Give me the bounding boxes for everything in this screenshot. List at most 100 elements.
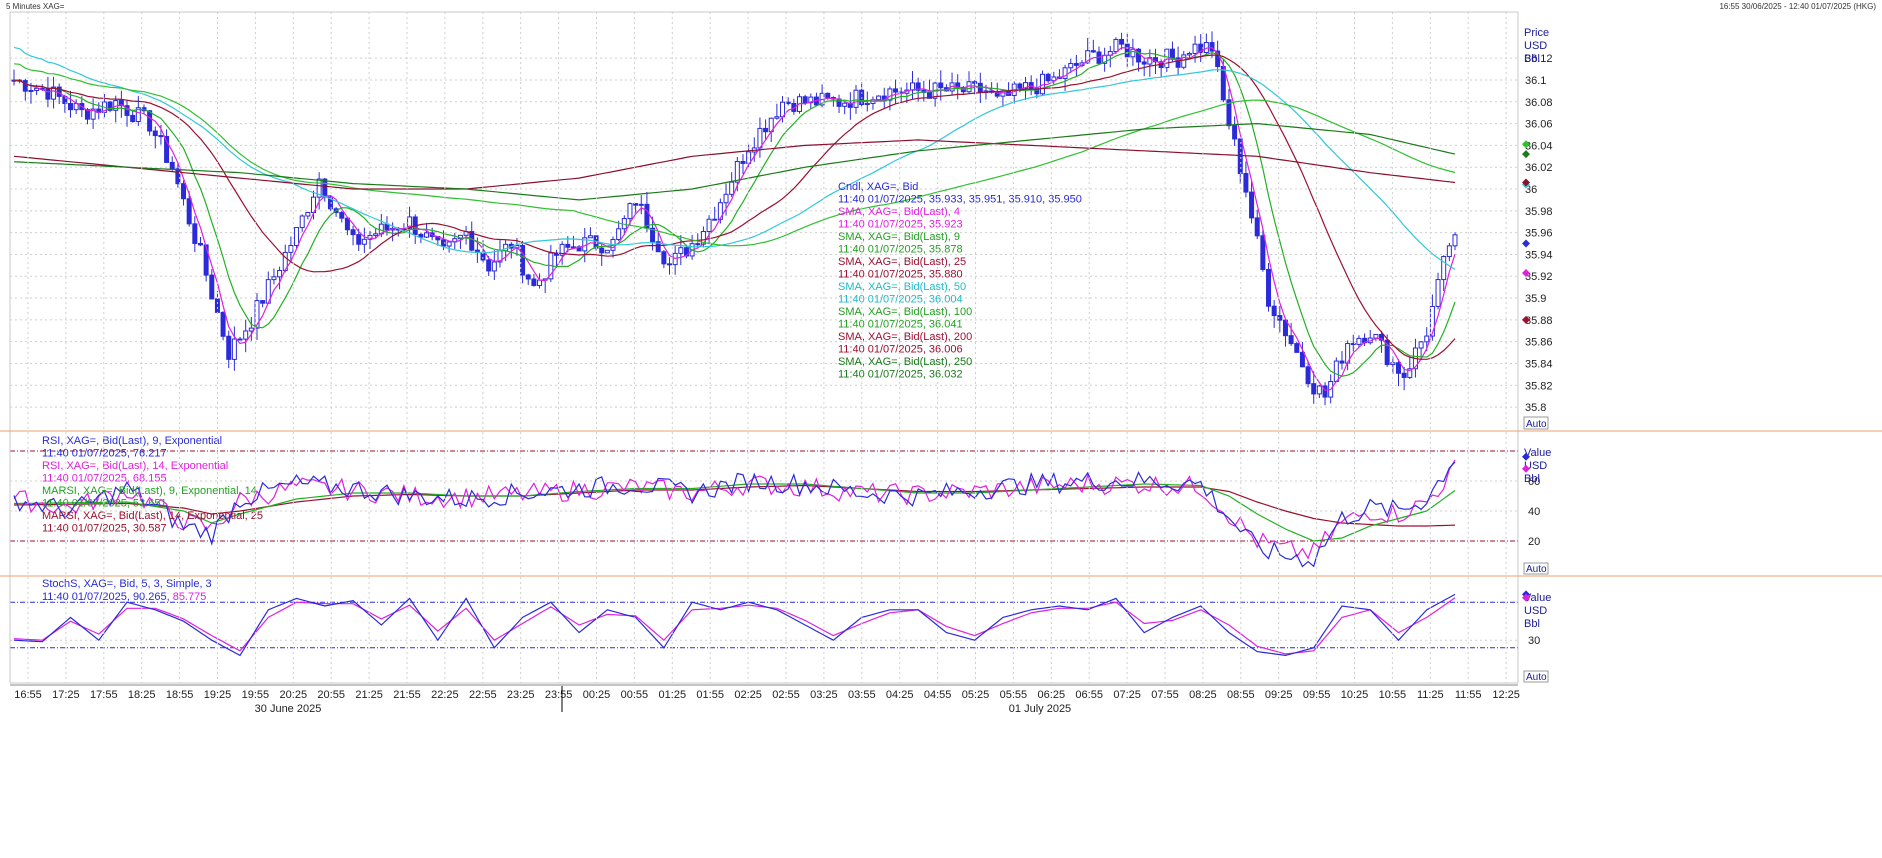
candle-body: [1299, 351, 1305, 368]
candle-body: [785, 101, 791, 104]
candle-body: [486, 259, 492, 272]
candle-body: [192, 223, 198, 244]
price-legend-value: 11:40 01/07/2025, 36.041: [838, 319, 963, 331]
price-legend-value: 11:40 01/07/2025, 35.878: [838, 244, 963, 256]
price-legend-value: 11:40 01/07/2025, 36.032: [838, 369, 963, 381]
candle-body: [1124, 43, 1130, 58]
price-legend-value: 11:40 01/07/2025, 36.006: [838, 344, 963, 356]
rsi-tick-label: 20: [1528, 536, 1540, 548]
candle-body: [1316, 385, 1322, 395]
candle-body: [1169, 48, 1175, 59]
candle-body: [1266, 268, 1272, 307]
date-label: 01 July 2025: [1009, 703, 1071, 715]
x-tick-label: 20:25: [280, 689, 308, 701]
x-tick-label: 03:55: [848, 689, 876, 701]
candle-body: [22, 80, 28, 92]
candle-body: [729, 181, 735, 195]
candle-body: [520, 244, 526, 276]
candle-body: [28, 89, 34, 92]
price-tick-label: 35.96: [1525, 228, 1553, 240]
x-tick-label: 02:55: [772, 689, 800, 701]
auto-scale-label: Auto: [1526, 672, 1547, 683]
rsi-legend-label: MARSI, XAG=, Bid(Last), 9, Exponential, …: [42, 485, 257, 497]
price-legend-label: SMA, XAG=, Bid(Last), 100: [838, 306, 972, 318]
candle-body: [491, 261, 497, 272]
candle-body: [220, 311, 226, 337]
candle-body: [1435, 279, 1441, 307]
candle-body: [695, 243, 701, 246]
candle-body: [802, 96, 808, 104]
candle-body: [299, 215, 305, 229]
candle-body: [1039, 73, 1045, 95]
candle-body: [1418, 341, 1424, 349]
date-label: 30 June 2025: [255, 703, 322, 715]
candle-body: [175, 168, 181, 185]
x-tick-label: 10:55: [1379, 689, 1407, 701]
candle-body: [209, 274, 215, 300]
candle-body: [288, 244, 294, 253]
x-tick-label: 10:25: [1341, 689, 1369, 701]
candle-body: [734, 161, 740, 183]
candle-body: [1045, 73, 1051, 82]
x-tick-label: 22:25: [431, 689, 459, 701]
candle-body: [1356, 337, 1362, 345]
candle-body: [68, 103, 74, 111]
candle-body: [322, 178, 328, 198]
chart-canvas: 36.1236.136.0836.0636.0436.023635.9835.9…: [0, 11, 1882, 715]
stoch-legend-part: 90.265: [133, 591, 167, 603]
candle-body: [424, 232, 430, 238]
candle-body: [1452, 234, 1458, 247]
price-legend-value: 11:40 01/07/2025, 35.880: [838, 269, 963, 281]
candle-body: [231, 338, 237, 360]
sma-25-line: [13, 54, 1456, 360]
price-legend-label: SMA, XAG=, Bid(Last), 9: [838, 231, 960, 243]
x-tick-label: 06:25: [1038, 689, 1066, 701]
rsi-tick-label: 40: [1528, 506, 1540, 518]
price-tick-label: 35.82: [1525, 380, 1553, 392]
x-tick-label: 19:25: [204, 689, 232, 701]
x-tick-label: 01:25: [659, 689, 687, 701]
x-tick-label: 11:55: [1455, 689, 1482, 701]
candle-body: [45, 88, 51, 100]
candle-body: [1130, 48, 1136, 58]
stoch-k-line: [13, 593, 1456, 657]
auto-scale-label: Auto: [1526, 564, 1547, 575]
price-axis-header: USD: [1524, 40, 1547, 52]
price-legend-label: SMA, XAG=, Bid(Last), 200: [838, 331, 972, 343]
stoch-legend-label: StochS, XAG=, Bid, 5, 3, Simple, 3: [42, 578, 212, 590]
candle-body: [226, 335, 232, 360]
price-tick-label: 35.88: [1525, 315, 1553, 327]
x-tick-label: 20:55: [317, 689, 345, 701]
x-tick-label: 00:25: [583, 689, 611, 701]
candle-body: [1237, 138, 1243, 175]
price-tick-label: 35.86: [1525, 337, 1553, 349]
candle-body: [1113, 38, 1119, 53]
x-tick-label: 17:25: [52, 689, 80, 701]
price-tick-label: 36.02: [1525, 162, 1553, 174]
price-legend-value: 11:40 01/07/2025, 35.933, 35.951, 35.910…: [838, 194, 1082, 206]
candle-body: [1339, 360, 1345, 364]
candle-body: [938, 82, 944, 89]
stoch-legend-value: 11:40 01/07/2025, 90.265, 85.775: [42, 591, 206, 603]
candle-body: [1192, 43, 1198, 54]
price-legend-label: SMA, XAG=, Bid(Last), 250: [838, 356, 972, 368]
candle-body: [1288, 335, 1294, 345]
candle-body: [277, 270, 283, 278]
x-tick-label: 21:55: [393, 689, 421, 701]
candle-body: [243, 330, 249, 340]
candle-body: [1017, 83, 1023, 89]
x-tick-label: 09:25: [1265, 689, 1293, 701]
candle-body: [214, 298, 220, 313]
price-legend-value: 11:40 01/07/2025, 35.923: [838, 219, 963, 231]
price-legend-label: SMA, XAG=, Bid(Last), 25: [838, 256, 966, 268]
candle-body: [1271, 305, 1277, 317]
rsi-legend-label: RSI, XAG=, Bid(Last), 14, Exponential: [42, 460, 228, 472]
candle-body: [1260, 235, 1266, 270]
price-tick-label: 35.8: [1525, 402, 1546, 414]
rsi-legend-label: MARSI, XAG=, Bid(Last), 14, Exponential,…: [42, 510, 263, 522]
rsi-panel: 604020ValueUSDBblAutoRSI, XAG=, Bid(Last…: [10, 435, 1551, 575]
candle-body: [344, 217, 350, 231]
x-tick-label: 03:25: [810, 689, 838, 701]
price-legend-label: Cndl, XAG=, Bid: [838, 181, 918, 193]
candle-body: [864, 102, 870, 106]
